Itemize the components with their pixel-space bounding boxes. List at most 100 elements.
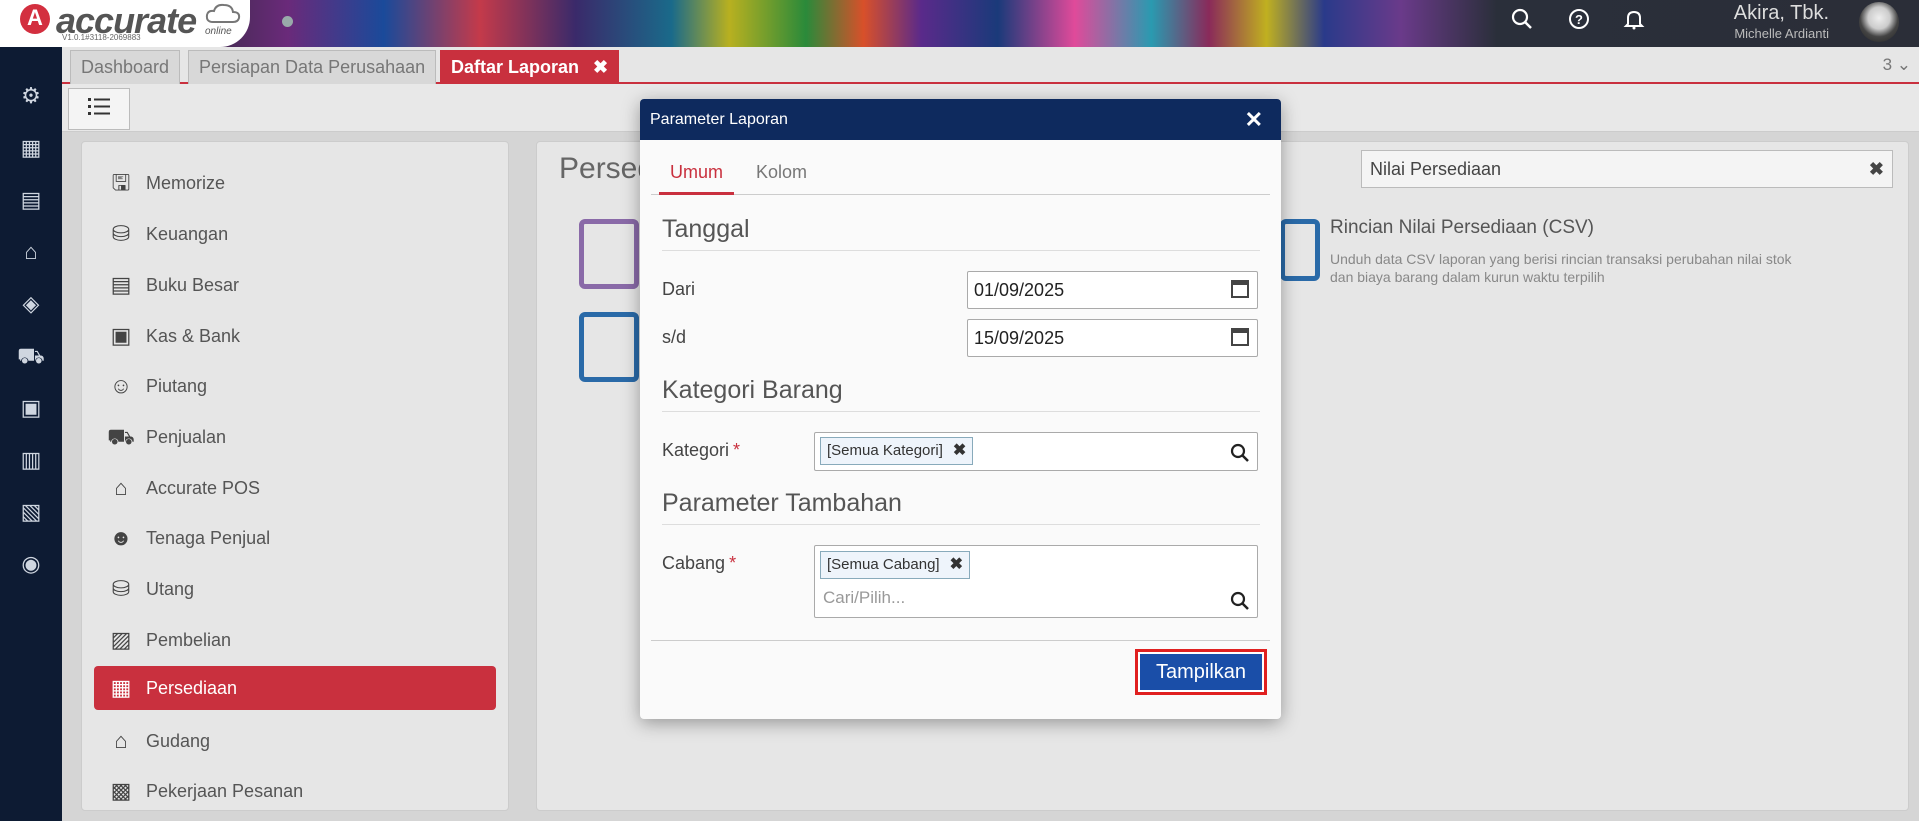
list-icon bbox=[88, 98, 110, 115]
avatar[interactable] bbox=[1859, 2, 1899, 42]
clear-icon[interactable]: ✖ bbox=[1869, 151, 1884, 187]
book-icon[interactable]: ▤ bbox=[14, 183, 48, 217]
dialog-header: Parameter Laporan ✕ bbox=[640, 99, 1281, 140]
remove-tag-icon[interactable]: ✖ bbox=[950, 556, 963, 573]
tab-bar: Dashboard Persiapan Data Perusahaan Daft… bbox=[62, 47, 1919, 84]
factory-icon[interactable]: ▥ bbox=[14, 443, 48, 477]
help-icon[interactable]: ? bbox=[1565, 8, 1593, 36]
svg-text:?: ? bbox=[1575, 12, 1583, 27]
category-label: Kategori * bbox=[662, 440, 740, 461]
cloud-icon bbox=[205, 3, 241, 23]
store-icon[interactable]: ▣ bbox=[14, 391, 48, 425]
wallet-icon: ▣ bbox=[110, 323, 132, 348]
remove-tag-icon[interactable]: ✖ bbox=[953, 442, 966, 459]
ledger-icon: ▤ bbox=[110, 272, 132, 297]
menu-item-piutang[interactable]: ☺ Piutang bbox=[94, 364, 496, 408]
menu-item-utang[interactable]: ⛁ Utang bbox=[94, 567, 496, 611]
category-input[interactable]: [Semua Kategori] ✖ bbox=[814, 432, 1258, 471]
dialog-title: Parameter Laporan bbox=[650, 111, 788, 128]
logo-mark: A bbox=[20, 4, 50, 34]
show-report-button[interactable]: Tampilkan bbox=[1135, 649, 1267, 695]
list-menu-button[interactable] bbox=[68, 88, 130, 130]
menu-item-persediaan[interactable]: ▦ Persediaan bbox=[94, 666, 496, 710]
to-date-value: 15/09/2025 bbox=[974, 328, 1065, 348]
search-value: Nilai Persediaan bbox=[1370, 159, 1502, 179]
report-icon[interactable]: ◉ bbox=[14, 547, 48, 581]
tax-icon[interactable]: ▧ bbox=[14, 495, 48, 529]
inventory-icon: ▦ bbox=[110, 675, 132, 700]
calendar-icon[interactable] bbox=[1231, 280, 1249, 298]
section-kategori-barang: Kategori Barang bbox=[662, 376, 1260, 412]
category-tag: [Semua Kategori] ✖ bbox=[820, 437, 974, 465]
logo[interactable]: A accurate online V1.0.1#3118-2069883 bbox=[0, 0, 250, 47]
report-category-panel: 🖫 Memorize ⛁ Keuangan ▤ Buku Besar ▣ Kas & B… bbox=[81, 141, 509, 811]
section-tanggal: Tanggal bbox=[662, 215, 1260, 251]
tab-umum[interactable]: Umum bbox=[659, 149, 734, 195]
menu-item-penjualan[interactable]: ⛟ Penjualan bbox=[94, 415, 496, 459]
pos-icon: ⌂ bbox=[114, 475, 128, 500]
report-parameter-dialog: Parameter Laporan ✕ Umum Kolom Tanggal D… bbox=[640, 99, 1281, 719]
menu-item-kas-bank[interactable]: ▣ Kas & Bank bbox=[94, 314, 496, 358]
to-label: s/d bbox=[662, 327, 687, 347]
search-icon[interactable] bbox=[1508, 8, 1536, 36]
tab-persiapan-data[interactable]: Persiapan Data Perusahaan bbox=[188, 50, 437, 84]
top-bar: A accurate online V1.0.1#3118-2069883 ? … bbox=[0, 0, 1919, 47]
tab-count[interactable]: 3 ⌄ bbox=[1883, 55, 1911, 75]
logo-online: online bbox=[205, 26, 232, 37]
money-icon[interactable]: ◈ bbox=[14, 287, 48, 321]
section-parameter-tambahan: Parameter Tambahan bbox=[662, 489, 1260, 525]
menu-item-label: Memorize bbox=[146, 173, 226, 193]
user-subname: Michelle Ardianti bbox=[1734, 26, 1829, 41]
calendar-icon[interactable] bbox=[1231, 328, 1249, 346]
from-date-input[interactable]: 01/09/2025 bbox=[967, 271, 1258, 309]
csv-report-icon[interactable] bbox=[1280, 219, 1320, 281]
bank-icon[interactable]: ⌂ bbox=[14, 235, 48, 269]
cart-icon[interactable]: ⛟ bbox=[14, 339, 48, 373]
branch-tag-label: [Semua Cabang] bbox=[827, 556, 940, 573]
report-title[interactable]: Rincian Nilai Persediaan (CSV) bbox=[1330, 217, 1594, 239]
grid-report-icon[interactable] bbox=[579, 219, 639, 289]
close-icon[interactable]: ✖ bbox=[593, 57, 608, 77]
settings-icon[interactable]: ⚙ bbox=[14, 79, 48, 113]
branch-tag: [Semua Cabang] ✖ bbox=[820, 551, 970, 579]
branch-input[interactable]: [Semua Cabang] ✖ Cari/Pilih... bbox=[814, 545, 1258, 618]
search-input[interactable]: Nilai Persediaan ✖ bbox=[1361, 150, 1893, 188]
job-order-icon: ▩ bbox=[110, 778, 132, 803]
branch-search-placeholder[interactable]: Cari/Pilih... bbox=[823, 588, 905, 608]
menu-item-label: Gudang bbox=[146, 731, 211, 751]
tab-kolom[interactable]: Kolom bbox=[745, 149, 818, 195]
tab-daftar-laporan[interactable]: Daftar Laporan ✖ bbox=[440, 50, 620, 84]
document-report-icon[interactable] bbox=[579, 312, 639, 382]
menu-item-tenaga-penjual[interactable]: ☻ Tenaga Penjual bbox=[94, 516, 496, 560]
category-label-text: Kategori bbox=[662, 440, 730, 460]
bell-icon[interactable] bbox=[1620, 8, 1648, 36]
user-name[interactable]: Akira, Tbk. bbox=[1734, 2, 1829, 25]
menu-item-label: Kas & Bank bbox=[146, 326, 241, 346]
status-dot bbox=[282, 16, 293, 27]
menu-item-label: Tenaga Penjual bbox=[146, 528, 271, 548]
nav-sidebar: ⚙ ▦ ▤ ⌂ ◈ ⛟ ▣ ▥ ▧ ◉ bbox=[0, 47, 62, 821]
building-icon[interactable]: ▦ bbox=[14, 131, 48, 165]
menu-item-pembelian[interactable]: ▨ Pembelian bbox=[94, 618, 496, 662]
menu-item-buku-besar[interactable]: ▤ Buku Besar bbox=[94, 263, 496, 307]
menu-item-label: Pekerjaan Pesanan bbox=[146, 781, 304, 801]
menu-item-label: Buku Besar bbox=[146, 275, 240, 295]
search-icon[interactable] bbox=[1229, 590, 1251, 612]
close-icon[interactable]: ✕ bbox=[1245, 99, 1263, 140]
tab-dashboard[interactable]: Dashboard bbox=[70, 50, 181, 84]
menu-item-gudang[interactable]: ⌂ Gudang bbox=[94, 719, 496, 763]
menu-item-accurate-pos[interactable]: ⌂ Accurate POS bbox=[94, 466, 496, 510]
app-version: V1.0.1#3118-2069883 bbox=[62, 33, 141, 42]
tab-label: Daftar Laporan bbox=[451, 57, 580, 77]
menu-item-label: Persediaan bbox=[146, 678, 238, 698]
dialog-divider bbox=[651, 640, 1270, 641]
menu-item-keuangan[interactable]: ⛁ Keuangan bbox=[94, 212, 496, 256]
money-bag-icon: ⛁ bbox=[111, 221, 131, 246]
receivable-icon: ☺ bbox=[109, 373, 133, 398]
search-icon[interactable] bbox=[1229, 442, 1251, 464]
menu-item-memorize[interactable]: 🖫 Memorize bbox=[94, 161, 496, 205]
salesperson-icon: ☻ bbox=[109, 525, 133, 550]
tab-label: Persiapan Data Perusahaan bbox=[199, 57, 426, 77]
to-date-input[interactable]: 15/09/2025 bbox=[967, 319, 1258, 357]
menu-item-pekerjaan-pesanan[interactable]: ▩ Pekerjaan Pesanan bbox=[94, 769, 496, 813]
